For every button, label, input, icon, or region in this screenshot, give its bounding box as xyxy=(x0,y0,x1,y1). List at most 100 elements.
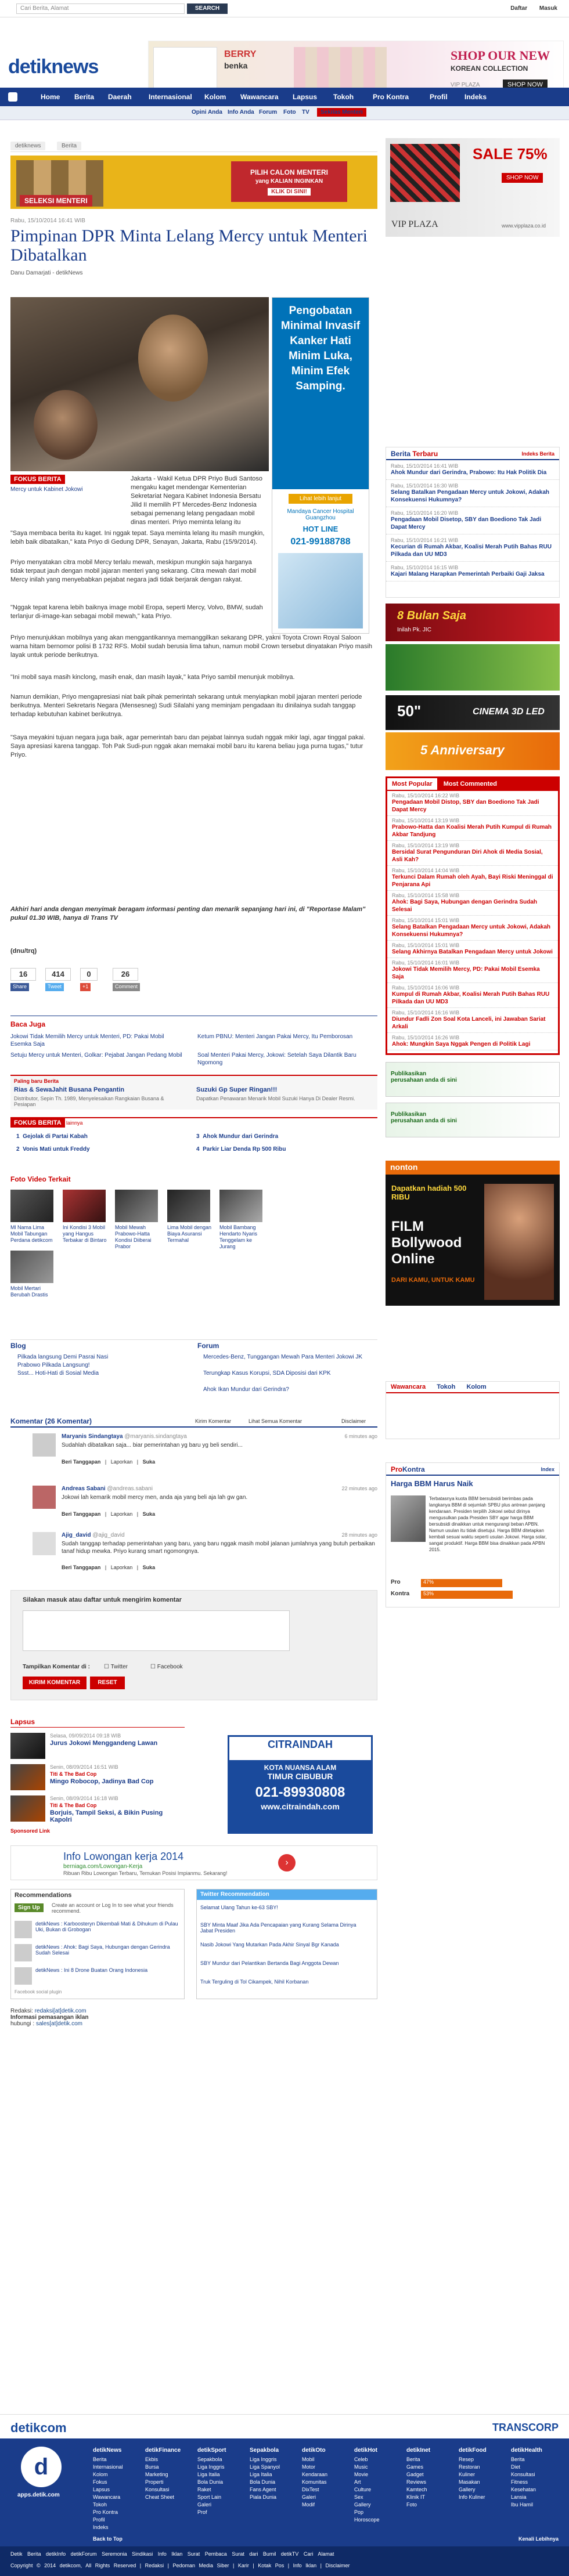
popular-item[interactable]: Ahok: Mungkin Saya Nggak Pengen di Polit… xyxy=(392,1040,553,1048)
tab-most-commented[interactable]: Most Commented xyxy=(439,778,502,790)
lowongan-ad[interactable]: Info Lowongan kerja 2014 berniaga.com/Lo… xyxy=(10,1845,377,1880)
video-thumb[interactable] xyxy=(63,1190,106,1222)
terbaru-item[interactable]: Kajari Malang Harapkan Pemerintah Perbai… xyxy=(391,570,554,578)
forum-item[interactable]: Ahok Ikan Mundur dari Gerindra? xyxy=(203,1386,372,1393)
terbaru-item[interactable]: Kecurian di Rumah Akbar, Koalisi Merah P… xyxy=(391,543,554,558)
video-caption[interactable]: Lima Mobil dengan Biaya Asuransi Termaha… xyxy=(167,1224,213,1244)
search-button[interactable]: SEARCH xyxy=(187,3,228,14)
popular-item[interactable]: Terkunci Dalam Rumah oleh Ayah, Bayi Ris… xyxy=(392,873,553,888)
twrec-item[interactable]: SBY Mundur dari Pelantikan Bertanda Bagi… xyxy=(200,1960,369,1966)
video-caption[interactable]: Mobil Mewah Prabowo-Hatta Kondisi Diiber… xyxy=(115,1224,160,1250)
home-icon[interactable] xyxy=(8,92,17,102)
transcorp-logo[interactable]: TRANSCORP xyxy=(492,2422,559,2434)
nonton-ad[interactable]: nonton Dapatkan hadiah 500 RIBU FILM Bol… xyxy=(386,1161,560,1306)
signup-button[interactable]: Sign Up xyxy=(15,1903,44,1912)
video-thumb[interactable] xyxy=(10,1251,53,1283)
tab-wawancara[interactable]: Wawancara xyxy=(386,1382,430,1392)
baca-juga-item[interactable]: Ketum PBNU: Menteri Jangan Pakai Mercy, … xyxy=(197,1033,372,1040)
report-button[interactable]: Laporkan xyxy=(111,1511,133,1517)
fokus-list-more[interactable]: lainnya xyxy=(66,1120,83,1126)
popular-item[interactable]: Pengadaan Mobil Distop, SBY dan Boediono… xyxy=(392,799,553,814)
tweet-button[interactable]: Tweet xyxy=(45,983,64,991)
site-logo[interactable]: detiknews xyxy=(8,56,99,78)
lapsus-headline[interactable]: Mingo Robocop, Jadinya Bad Cop xyxy=(50,1778,153,1785)
footer-link[interactable]: Seremonia xyxy=(102,2551,127,2557)
video-caption[interactable]: Mobil Mertari Berubah Drastis xyxy=(10,1285,56,1298)
send-comment-button[interactable]: KIRIM KOMENTAR xyxy=(23,1677,87,1689)
popular-item[interactable]: Ahok: Bagi Saya, Hubungan dengan Gerindr… xyxy=(392,898,553,913)
blog-item[interactable]: Prabowo Pilkada Langsung! xyxy=(17,1361,90,1369)
back-to-top-link[interactable]: Back to Top xyxy=(93,2536,123,2542)
footer-logo[interactable]: detikcom xyxy=(10,2420,67,2436)
fokus-list-item[interactable]: 1 Gejolak di Partai Kabah xyxy=(16,1133,88,1140)
subnav-tv[interactable]: TV xyxy=(302,109,309,115)
nav-tokoh[interactable]: Tokoh xyxy=(333,88,354,106)
view-all-comments-link[interactable]: Lihat Semua Komentar xyxy=(249,1418,302,1424)
prokontra-title[interactable]: Harga BBM Harus Naik xyxy=(386,1476,559,1491)
redaksi-email[interactable]: redaksi[at]detik.com xyxy=(35,2008,87,2014)
lapsus-thumb[interactable] xyxy=(10,1733,45,1759)
promo-ad[interactable] xyxy=(386,644,560,691)
reply-button[interactable]: Beri Tanggapan xyxy=(62,1511,100,1517)
search-input[interactable]: Cari Berita, Alamat xyxy=(16,3,185,14)
citraindah-ad[interactable]: CITRAINDAH KOTA NUANSA ALAM TIMUR CIBUBU… xyxy=(228,1735,373,1834)
facebook-share-button[interactable]: Share xyxy=(10,983,30,991)
nav-home[interactable]: Home xyxy=(41,88,60,106)
footer-link[interactable]: Surat dari Bumil xyxy=(232,2551,276,2557)
register-link[interactable]: Daftar xyxy=(510,5,527,12)
subnav-sekilas-menteri[interactable]: Sekilas Menteri xyxy=(317,108,366,117)
comment-user[interactable]: Ajig_david @ajig_david xyxy=(62,1532,125,1538)
twrec-item[interactable]: SBY Minta Maaf Jika Ada Pencapaian yang … xyxy=(200,1922,369,1934)
footer-link[interactable]: Pedoman Media Siber xyxy=(172,2563,229,2568)
popular-item[interactable]: Prabowo-Hatta dan Koalisi Merah Putih Ku… xyxy=(392,823,553,839)
report-button[interactable]: Laporkan xyxy=(111,1459,133,1465)
terbaru-item[interactable]: Ahok Mundur dari Gerindra, Prabowo: Itu … xyxy=(391,469,554,476)
footer-link[interactable]: Sindikasi xyxy=(132,2551,153,2557)
lapsus-thumb[interactable] xyxy=(10,1764,45,1790)
subnav-forum[interactable]: Forum xyxy=(259,109,277,115)
breadcrumb-detiknews[interactable]: detiknews xyxy=(10,142,46,150)
chevron-right-icon[interactable]: › xyxy=(278,1854,296,1872)
popular-item[interactable]: Selang Batalkan Pengadaan Mercy untuk Jo… xyxy=(392,923,553,938)
popular-item[interactable]: Kumpul di Rumah Akbar, Koalisi Merah Put… xyxy=(392,991,553,1006)
indeks-berita-link[interactable]: Indeks Berita xyxy=(521,447,554,460)
video-caption[interactable]: Ini Kondisi 3 Mobil yang Hangus Terbakar… xyxy=(63,1224,108,1244)
share-facebook-checkbox[interactable]: ☐ Facebook xyxy=(150,1664,183,1670)
subnav-info[interactable]: Info Anda xyxy=(228,109,254,115)
publikasi-ad-2[interactable]: Publikasikan perusahaan anda di sini xyxy=(386,1103,560,1137)
nav-lapsus[interactable]: Lapsus xyxy=(293,88,317,106)
popular-item[interactable]: Bersidal Surat Pengunduran Diri Ahok di … xyxy=(392,848,553,864)
video-thumb[interactable] xyxy=(10,1190,53,1222)
reply-button[interactable]: Beri Tanggapan xyxy=(62,1459,100,1465)
video-thumb[interactable] xyxy=(115,1190,158,1222)
nav-berita[interactable]: Berita xyxy=(74,88,94,106)
pro-bar[interactable]: 47% xyxy=(421,1579,503,1587)
baca-juga-item[interactable]: Soal Menteri Pakai Mercy, Jokowi: Setela… xyxy=(197,1052,372,1067)
login-link[interactable]: Masuk xyxy=(539,5,557,12)
like-button[interactable]: Suka xyxy=(143,1565,156,1570)
forum-item[interactable]: Mercedes-Benz, Tunggangan Mewah Para Men… xyxy=(203,1353,372,1361)
nav-pro-kontra[interactable]: Pro Kontra xyxy=(373,88,409,106)
gplus-button[interactable]: +1 xyxy=(80,983,91,991)
recs-item[interactable]: detikNews : Ahok: Bagi Saya, Hubungan de… xyxy=(35,1944,181,1956)
footer-link[interactable]: Surat Pembaca xyxy=(188,2551,227,2557)
footer-link[interactable]: detikInfo xyxy=(46,2551,66,2557)
anniversary-ad[interactable]: 5 Anniversary xyxy=(386,732,560,770)
vip-sale-ad[interactable]: SALE 75% SHOP NOW VIP PLAZA www.vipplaza… xyxy=(386,138,560,237)
fokus-list-item[interactable]: 2 Vonis Mati untuk Freddy xyxy=(16,1146,90,1152)
kenali-link[interactable]: Kenali Lebihnya xyxy=(518,2536,559,2542)
forum-item[interactable]: Terungkap Kasus Korupsi, SDA Diposisi da… xyxy=(203,1370,372,1377)
apps-link[interactable]: apps.detik.com xyxy=(17,2492,60,2498)
baca-juga-item[interactable]: Jokowi Tidak Memilih Mercy untuk Menteri… xyxy=(10,1033,185,1048)
breadcrumb-berita[interactable]: Berita xyxy=(57,142,82,150)
video-thumb[interactable] xyxy=(219,1190,262,1222)
lapsus-thumb[interactable] xyxy=(10,1795,45,1822)
popular-item[interactable]: Jokowi Tidak Memilih Mercy, PD: Pakai Mo… xyxy=(392,966,553,981)
led-tv-ad[interactable]: 50" CINEMA 3D LED xyxy=(386,695,560,730)
nav-wawancara[interactable]: Wawancara xyxy=(240,88,279,106)
lapsus-headline[interactable]: Borjuis, Tampil Seksi, & Bikin Pusing Ka… xyxy=(50,1809,183,1823)
terbaru-item[interactable]: Pengadaan Mobil Disetop, SBY dan Boedion… xyxy=(391,516,554,531)
side-ad-hospital[interactable]: Pengobatan Minimal Invasif Kanker Hati M… xyxy=(272,297,369,634)
comment-textarea[interactable] xyxy=(23,1610,290,1651)
popular-item[interactable]: Selang Akhirnya Batalkan Pengadaan Mercy… xyxy=(392,948,553,956)
